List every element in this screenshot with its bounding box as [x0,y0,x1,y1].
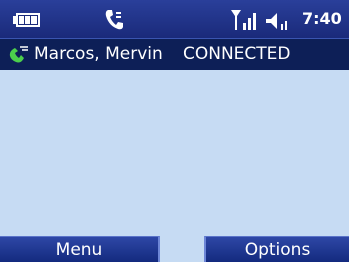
phone-call-icon [9,46,28,63]
signal-icon [231,10,256,30]
call-active-icon [105,10,123,30]
caller-name: Marcos, Mervin [34,44,163,64]
options-softkey[interactable]: Options [204,236,349,262]
softkey-bar: Menu Options [0,236,349,262]
status-bar: 7:40 [0,0,349,38]
menu-softkey[interactable]: Menu [0,236,160,262]
content-area [0,70,349,236]
volume-icon [266,13,287,30]
active-call-row[interactable]: Marcos, Mervin CONNECTED [0,38,349,70]
clock-time: 7:40 [302,9,342,28]
call-status: CONNECTED [183,44,291,64]
battery-icon [13,13,40,27]
